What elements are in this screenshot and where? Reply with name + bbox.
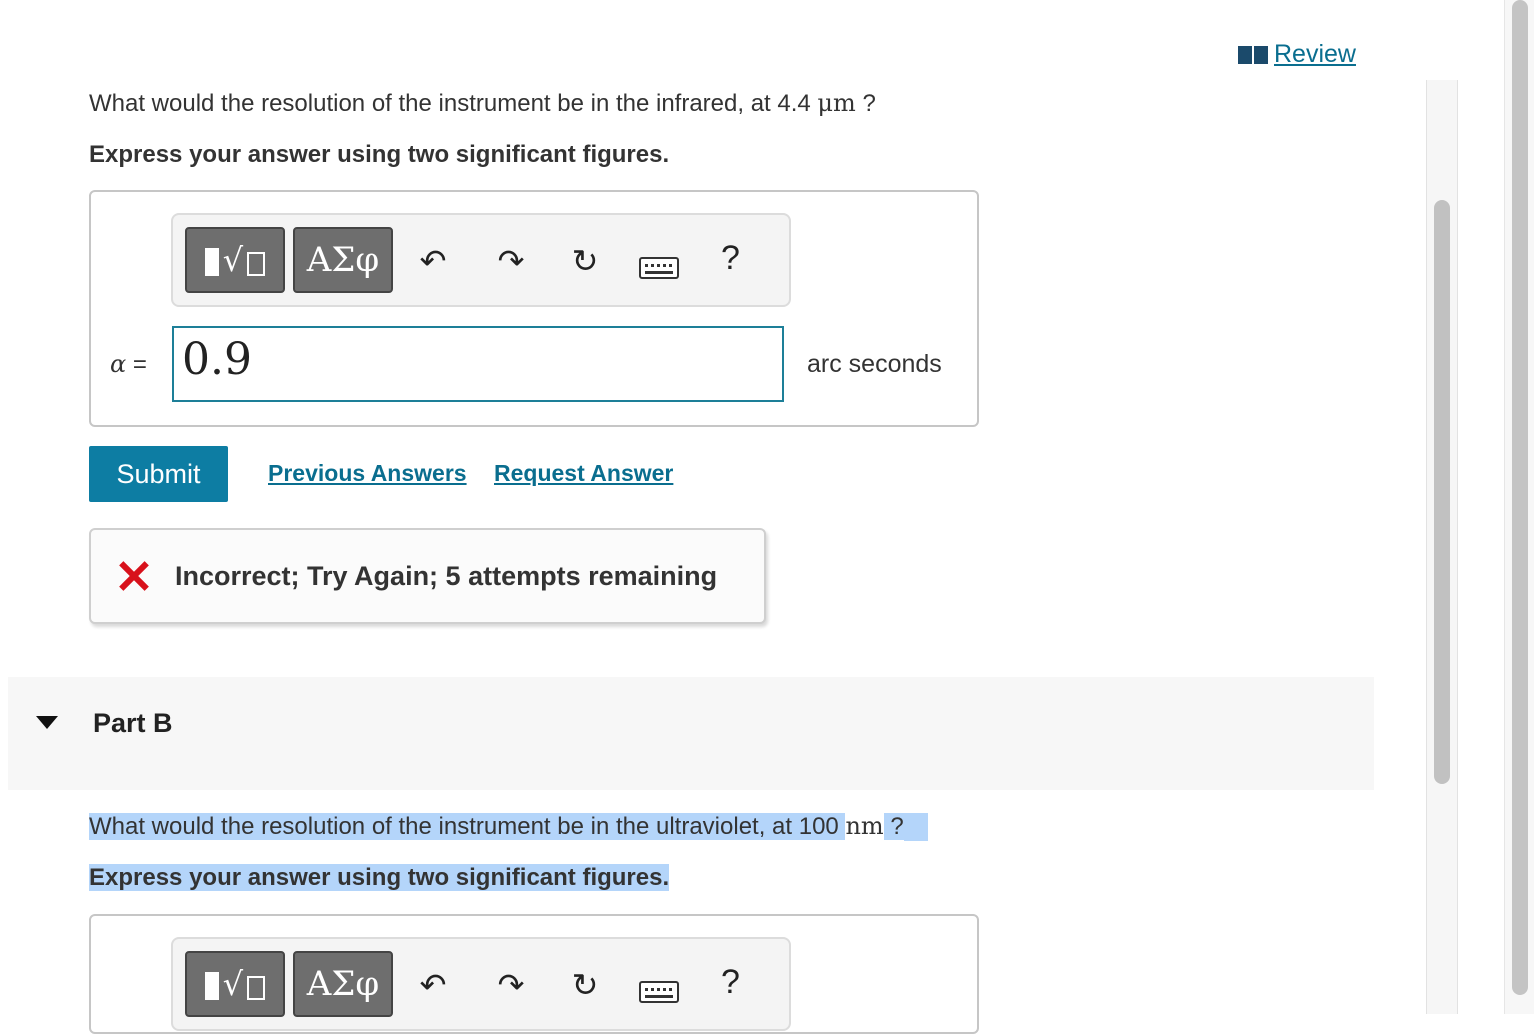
submit-button[interactable]: Submit [89, 446, 228, 502]
variable-label: α = [110, 350, 147, 379]
greek-symbols-button[interactable]: ΑΣφ [293, 227, 393, 293]
part-a-question: What would the resolution of the instrum… [89, 89, 876, 118]
part-b-instruction-text: Express your answer using two significan… [89, 864, 670, 891]
reset-icon[interactable]: ↻ [565, 965, 605, 1005]
variable-symbol: α [110, 350, 127, 378]
greek-symbols-button-b[interactable]: ΑΣφ [293, 951, 393, 1017]
previous-answers-link[interactable]: Previous Answers [268, 460, 467, 487]
undo-icon[interactable]: ↶ [413, 965, 453, 1005]
page-scrollbar-thumb[interactable] [1512, 0, 1528, 995]
templates-icon: √ [204, 968, 266, 1000]
keyboard-icon[interactable] [639, 981, 679, 1003]
answer-input[interactable]: 0.9 [172, 326, 784, 402]
review-link[interactable]: Review [1238, 40, 1356, 69]
help-button-b[interactable]: ? [721, 963, 740, 1002]
math-toolbar: √ ΑΣφ ↶ ↷ ↻ ? [171, 213, 791, 307]
part-b-question: What would the resolution of the instrum… [89, 812, 928, 841]
caret-down-icon[interactable] [36, 716, 58, 729]
redo-icon[interactable]: ↷ [491, 241, 531, 281]
part-b-answer-box: √ ΑΣφ ↶ ↷ ↻ ? [89, 914, 979, 1034]
part-b-header[interactable] [8, 677, 1374, 790]
inner-scrollbar-thumb[interactable] [1434, 200, 1450, 784]
part-a-question-unit: μm [817, 89, 856, 117]
part-b-title: Part B [93, 708, 173, 738]
review-label: Review [1274, 40, 1356, 68]
feedback-text: Incorrect; Try Again; 5 attempts remaini… [175, 560, 718, 591]
keyboard-icon[interactable] [639, 257, 679, 279]
math-toolbar-b: √ ΑΣφ ↶ ↷ ↻ ? [171, 937, 791, 1031]
part-b-question-text: What would the resolution of the instrum… [89, 813, 846, 840]
templates-button[interactable]: √ [185, 227, 285, 293]
incorrect-icon [119, 561, 149, 591]
feedback-panel: Incorrect; Try Again; 5 attempts remaini… [89, 528, 766, 624]
part-b-instruction: Express your answer using two significan… [89, 864, 670, 892]
reset-icon[interactable]: ↻ [565, 241, 605, 281]
part-a-question-end: ? [855, 90, 876, 117]
undo-icon[interactable]: ↶ [413, 241, 453, 281]
part-a-question-text: What would the resolution of the instrum… [89, 90, 818, 117]
part-b-question-unit: nm [845, 812, 884, 840]
equals-sign: = [126, 351, 147, 378]
units-label: arc seconds [807, 350, 942, 378]
request-answer-link[interactable]: Request Answer [494, 460, 673, 487]
redo-icon[interactable]: ↷ [491, 965, 531, 1005]
part-b-question-end: ? [883, 813, 904, 840]
templates-icon: √ [204, 244, 266, 276]
book-icon [1238, 45, 1268, 64]
part-a-instruction: Express your answer using two significan… [89, 141, 670, 168]
templates-button-b[interactable]: √ [185, 951, 285, 1017]
help-button[interactable]: ? [721, 239, 740, 278]
selection-tail [903, 813, 928, 841]
